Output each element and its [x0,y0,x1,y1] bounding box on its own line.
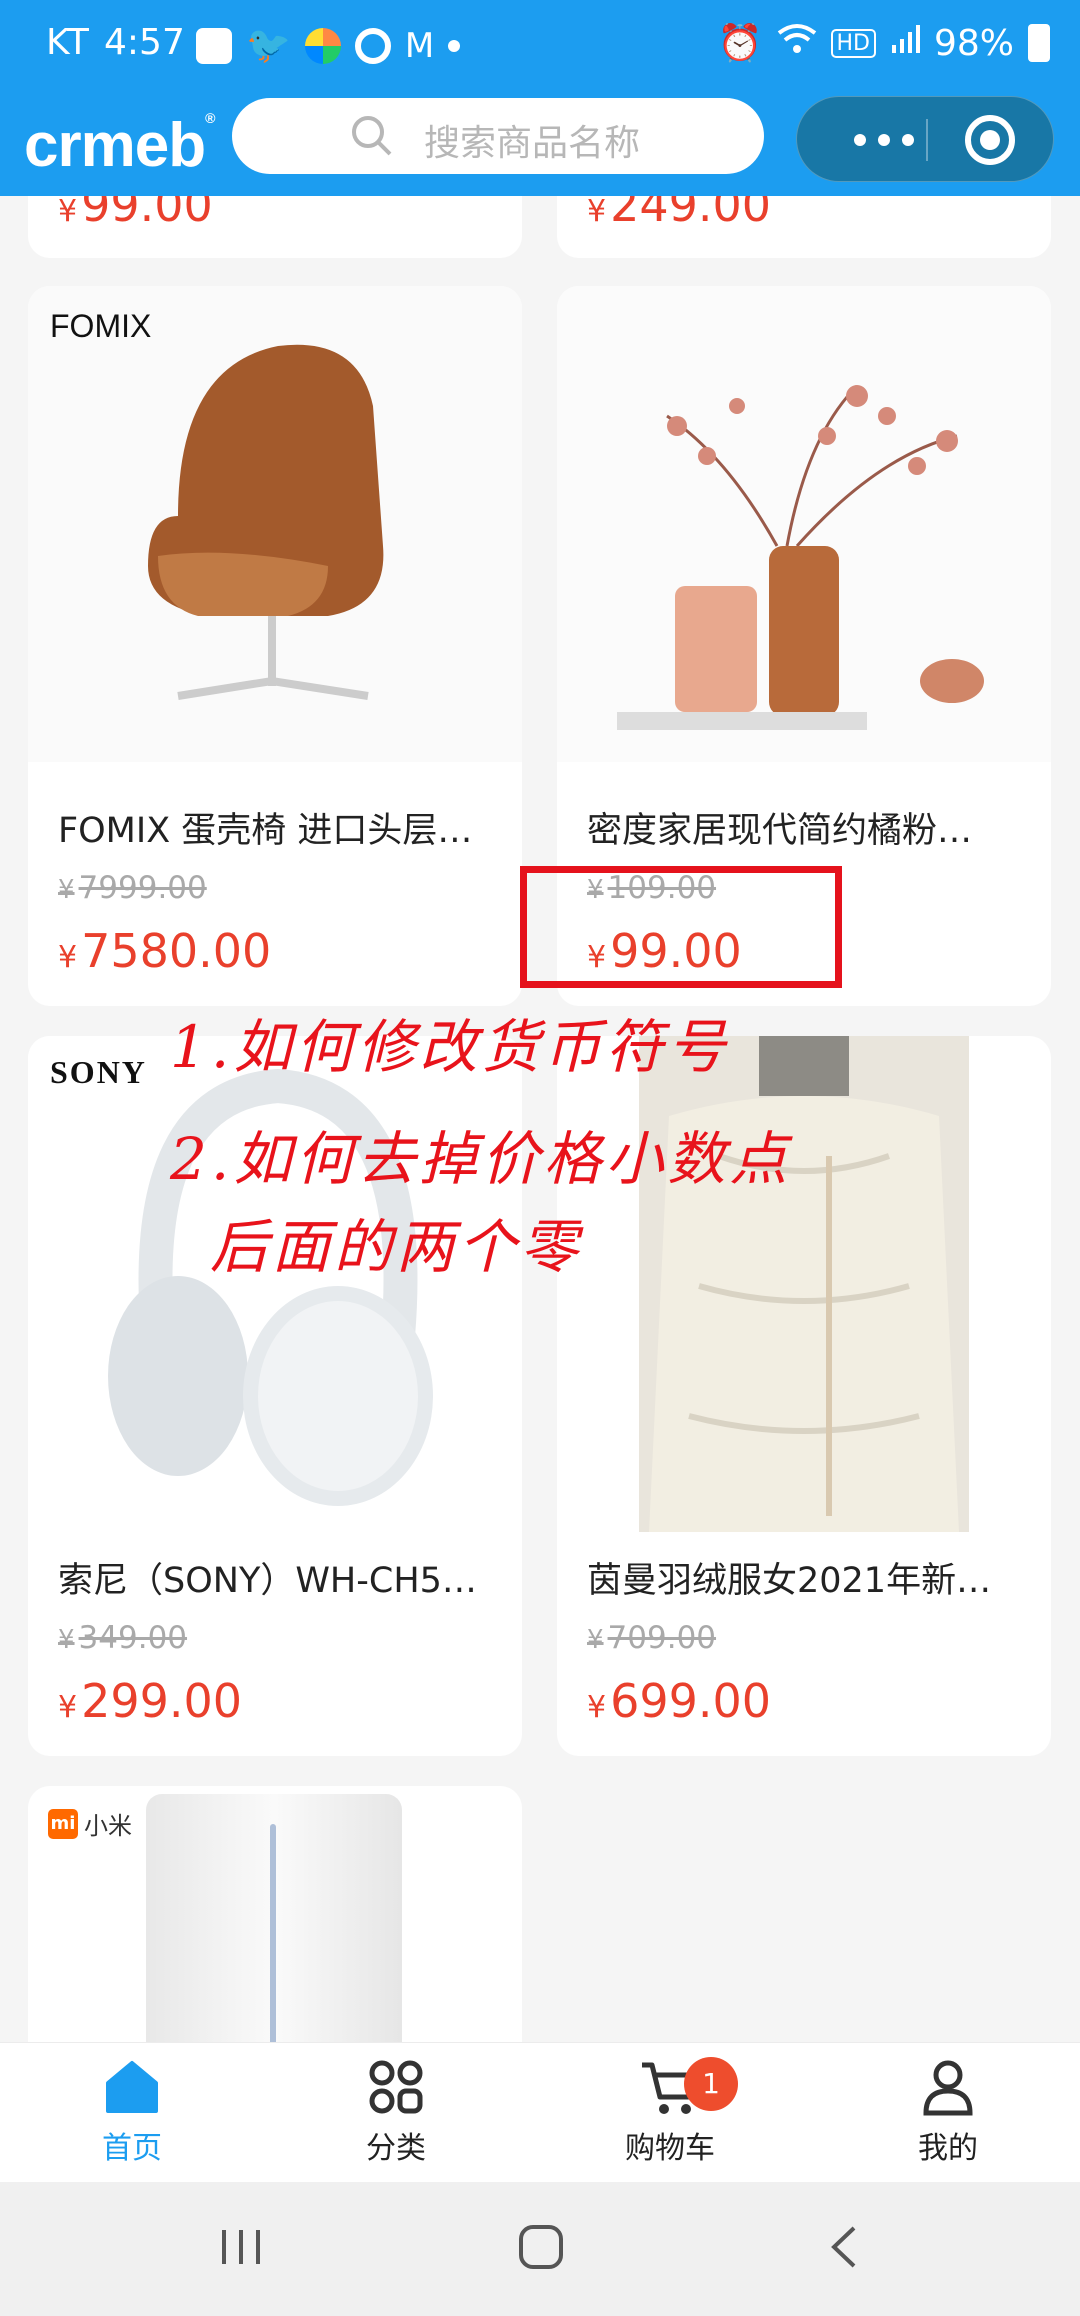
close-miniprogram-icon[interactable] [965,115,1015,165]
carrier-label: KT [46,22,89,63]
product-title: 茵曼羽绒服女2021年新… [587,1561,992,1601]
notification-icons: 🐦 M [196,25,461,66]
product-card[interactable]: mi 小米 [28,1786,522,2086]
tab-category[interactable]: 分类 [306,2057,486,2177]
twitter-icon: 🐦 [246,25,291,66]
battery-icon [1028,24,1050,62]
original-price: ¥349.00 [58,1620,188,1656]
brand-label: mi 小米 [48,1806,132,1841]
product-title: 密度家居现代简约橘粉… [587,811,973,851]
product-price: ¥699.00 [587,1674,772,1728]
annotation-line-2: 2.如何去掉价格小数点 [170,1125,792,1193]
sync-icon [354,28,391,64]
status-time: 4:57 [104,22,185,63]
original-price: ¥7999.00 [58,870,207,906]
annotation-line-3: 后面的两个零 [210,1213,583,1281]
tab-cart[interactable]: 购物车 1 [580,2057,760,2177]
product-price: ¥299.00 [58,1674,243,1728]
grid-icon [369,2060,423,2114]
brand-label: SONY [50,1054,147,1090]
tab-label: 分类 [366,2131,426,2166]
app-icon [304,28,341,64]
brand-text: 小米 [84,1812,132,1840]
product-image-egg-chair [28,286,522,762]
mi-logo-icon: mi [48,1808,78,1839]
signal-icon [890,23,920,64]
home-icon [106,2061,158,2113]
product-image-vase [557,286,1051,762]
more-icon[interactable] [829,125,939,155]
wifi-icon [777,23,817,64]
battery-percent: 98% [933,22,1014,64]
home-button-icon[interactable] [516,2222,566,2272]
user-icon [923,2060,973,2116]
cart-badge: 1 [684,2057,738,2111]
tab-label: 购物车 [625,2131,715,2166]
tab-label: 首页 [102,2131,162,2166]
tab-profile[interactable]: 我的 [858,2057,1038,2177]
tab-home[interactable]: 首页 [42,2057,222,2177]
product-title: 索尼（SONY）WH-CH5… [58,1561,477,1601]
product-price: ¥7580.00 [58,924,272,978]
capsule-divider [926,119,928,161]
search-icon [352,116,392,156]
product-image-down-jacket [639,1036,969,1532]
more-notifications-icon [448,40,461,52]
system-navigation-bar [0,2182,1080,2316]
gmail-icon: M [404,26,435,66]
status-bar: KT 4:57 🐦 M ⏰ HD 98% [0,0,1080,90]
bottom-tab-bar: 首页 分类 购物车 1 我的 [0,2042,1080,2182]
hd-icon: HD [830,28,876,58]
miniprogram-capsule [796,96,1054,182]
logo-text: crmeb [24,111,206,180]
back-icon[interactable] [820,2222,870,2272]
tab-label: 我的 [918,2131,978,2166]
original-price: ¥709.00 [587,1620,717,1656]
recent-apps-icon[interactable] [216,2222,266,2272]
product-title: FOMIX 蛋壳椅 进口头层… [58,811,473,851]
crmeb-logo[interactable]: crmeb® [24,110,215,181]
annotation-line-1: 1.如何修改货币符号 [170,1013,730,1081]
brand-label: FOMIX [50,308,152,344]
search-bar[interactable]: 搜索商品名称 [232,98,764,174]
highlight-box [520,866,842,988]
search-placeholder: 搜索商品名称 [424,123,641,164]
messenger-icon [196,28,232,64]
status-right: ⏰ HD 98% [718,22,1050,64]
app-header: KT 4:57 🐦 M ⏰ HD 98% crmeb® 搜索商品名称 [0,0,1080,196]
alarm-icon: ⏰ [717,23,763,64]
product-card[interactable]: FOMIX FOMIX 蛋壳椅 进口头层… ¥7999.00 ¥7580.00 [28,286,522,1006]
